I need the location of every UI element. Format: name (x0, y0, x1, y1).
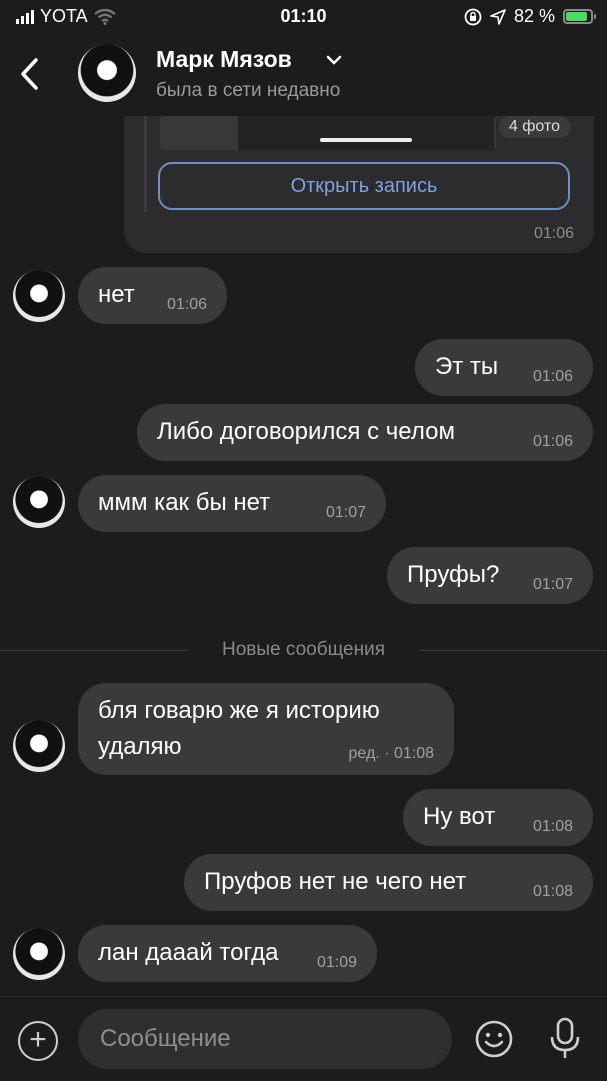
message-text: Пруфов нет не чего нет (204, 868, 467, 895)
message-text: лан дааай тогда (98, 939, 279, 966)
photo-count-badge: 4 фото (498, 116, 570, 138)
sender-avatar[interactable] (13, 928, 65, 980)
message-time: ред. · 01:08 (348, 745, 434, 762)
battery-percent: 82 % (513, 6, 555, 26)
contact-name[interactable]: Марк Мязов (156, 46, 292, 73)
message-text-line-1: бля говарю же я историю (98, 697, 380, 724)
message-time: 01:08 (532, 883, 573, 900)
composer-bar: + (0, 996, 607, 1081)
attach-plus-icon[interactable]: + (18, 1021, 58, 1061)
message-time: 01:06 (533, 225, 574, 242)
location-icon (490, 8, 506, 25)
message-bubble-outgoing[interactable]: Пруфов нет не чего нет 01:08 (184, 854, 593, 911)
battery-icon (563, 9, 596, 24)
message-bubble-outgoing[interactable]: Либо договорился с челом 01:06 (137, 404, 593, 461)
post-photo-thumbnail[interactable] (160, 116, 496, 150)
chat-header: Марк Мязов была в сети недавно (0, 34, 607, 116)
message-time: 01:06 (166, 296, 207, 313)
contact-avatar[interactable] (78, 44, 136, 102)
chevron-down-icon[interactable] (326, 54, 342, 66)
orientation-lock-icon (464, 8, 482, 25)
message-time: 01:09 (316, 954, 357, 971)
message-bubble-incoming[interactable]: бля говарю же я историю удаляю ред. · 01… (78, 683, 454, 775)
microphone-icon[interactable] (548, 1017, 582, 1061)
emoji-icon[interactable] (474, 1019, 514, 1059)
sender-avatar[interactable] (13, 476, 65, 528)
message-time: 01:08 (532, 818, 573, 835)
message-time: 01:06 (532, 433, 573, 450)
message-bubble-outgoing[interactable]: Эт ты 01:06 (415, 339, 593, 396)
message-text: Ну вот (423, 803, 496, 830)
shared-post[interactable]: 4 фото Открыть запись 01:06 (124, 116, 594, 253)
post-quote-line (144, 116, 147, 212)
message-feed[interactable]: 4 фото Открыть запись 01:06 нет 01:06 Эт… (0, 116, 607, 996)
status-right: 82 % (464, 6, 596, 27)
status-bar: YOTA 01:10 82 % (0, 0, 607, 34)
message-bubble-incoming[interactable]: ммм как бы нет 01:07 (78, 475, 386, 532)
message-text: ммм как бы нет (98, 489, 271, 516)
message-time: 01:07 (532, 576, 573, 593)
message-text: Либо договорился с челом (157, 418, 455, 445)
message-time: 01:06 (532, 368, 573, 385)
message-bubble-incoming[interactable]: лан дааай тогда 01:09 (78, 925, 377, 982)
back-icon[interactable] (16, 56, 46, 92)
message-bubble-incoming[interactable]: нет 01:06 (78, 267, 227, 324)
sender-avatar[interactable] (13, 270, 65, 322)
message-time: 01:07 (325, 504, 366, 521)
message-text: Эт ты (435, 353, 499, 380)
contact-status: была в сети недавно (156, 80, 341, 101)
message-bubble-outgoing[interactable]: Ну вот 01:08 (403, 789, 593, 846)
message-bubble-outgoing[interactable]: Пруфы? 01:07 (387, 547, 593, 604)
open-post-button[interactable]: Открыть запись (158, 162, 570, 210)
message-input-wrapper[interactable] (78, 1009, 452, 1069)
message-input[interactable] (98, 1023, 432, 1055)
message-text-line-2: удаляю (98, 733, 182, 760)
sender-avatar[interactable] (13, 720, 65, 772)
message-text: Пруфы? (407, 561, 500, 588)
new-messages-divider: Новые сообщения (0, 639, 607, 660)
message-text: нет (98, 281, 135, 308)
